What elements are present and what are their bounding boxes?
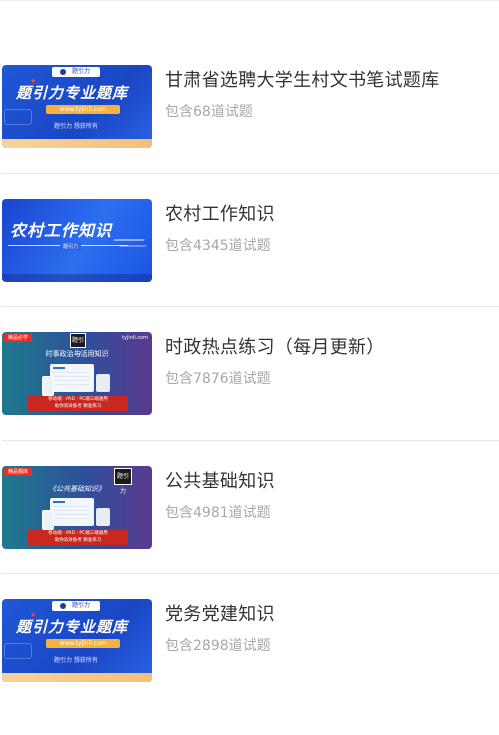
banner-line-1: 移动端 · PAD · PC端三端通用 [48, 530, 108, 536]
item-question-count: 包含4981道试题 [165, 504, 271, 521]
question-bank-list: 题引力 ★ 题引力专业题库 www.tyjlnli.com 题引力 想获所有 甘… [0, 40, 499, 708]
thumbnail-headline: 农村工作知识 [10, 220, 113, 240]
list-item[interactable]: 题引力 ★ 题引力专业题库 www.tyjlnli.com 题引力 想获所有 党… [0, 574, 499, 708]
logo-icon [60, 603, 66, 609]
phone-icon [42, 376, 54, 396]
thumbnail-headline: 时事政治与活用知识 [45, 350, 109, 358]
phone-icon [42, 509, 54, 530]
list-item[interactable]: 题引力 ★ 题引力专业题库 www.tyjlnli.com 题引力 想获所有 甘… [0, 40, 499, 174]
thumbnail-footer-strip [2, 139, 152, 148]
item-question-count: 包含7876道试题 [165, 371, 271, 387]
question-bank-thumbnail: 题引力 ★ 题引力专业题库 www.tyjlnli.com 题引力 想获所有 [2, 599, 152, 682]
top-divider [0, 0, 499, 1]
logo-icon [60, 69, 66, 75]
question-bank-thumbnail: 精品必学 题引力 tyjinli.com 时事政治与活用知识 移动端 · PAD… [2, 332, 152, 415]
item-question-count: 包含2898道试题 [165, 638, 271, 654]
decorative-frame [4, 109, 32, 125]
tablet-icon [96, 374, 110, 392]
item-title[interactable]: 时政热点练习（每月更新） [165, 333, 490, 359]
thumbnail-footer-strip [2, 273, 152, 282]
banner-line-1: 移动端 · PAD · PC端三端通用 [48, 397, 108, 402]
decorative-frame [4, 643, 32, 659]
logo-badge: 题引力 [52, 601, 100, 611]
thumbnail-url: www.tyjlnli.com [46, 105, 120, 114]
thumbnail-url: tyjinli.com [122, 335, 148, 341]
thumbnail-footer-strip [2, 673, 152, 682]
thumbnail-tag: 精品必学 [4, 334, 33, 342]
item-question-count: 包含68道试题 [165, 104, 253, 120]
logo-text: 题引力 [72, 68, 91, 75]
logo-badge: 题引力 [52, 67, 100, 77]
decorative-stripe [113, 238, 145, 241]
decorative-stripe [119, 244, 147, 247]
item-title[interactable]: 公共基础知识 [165, 467, 490, 493]
thumbnail-headline: 题引力专业题库 [16, 84, 129, 102]
item-title[interactable]: 党务党建知识 [165, 600, 490, 626]
thumbnail-banner: 移动端 · PAD · PC端三端通用 助你高效备考 精准练习 [28, 396, 128, 411]
tablet-icon [96, 507, 110, 526]
question-bank-thumbnail: 农村工作知识 题引力 [2, 198, 152, 282]
desktop-screen-icon [50, 497, 94, 526]
item-title[interactable]: 农村工作知识 [165, 200, 490, 226]
item-title[interactable]: 甘肃省选聘大学生村文书笔试题库 [165, 66, 490, 92]
thumbnail-headline: 题引力专业题库 [16, 618, 129, 636]
list-item[interactable]: 农村工作知识 题引力 农村工作知识 包含4345道试题 [0, 174, 499, 307]
desktop-screen-icon [50, 364, 94, 392]
thumbnail-headline: 《公共基础知识》 [49, 484, 105, 493]
thumbnail-url: www.tyjlnli.com [46, 639, 120, 648]
thumbnail-slogan: 题引力 想获所有 [54, 657, 98, 664]
item-question-count: 包含4345道试题 [165, 237, 271, 254]
logo-text: 题引力 [72, 602, 91, 609]
logo-icon: 题引力 [114, 467, 132, 495]
thumbnail-slogan: 题引力 想获所有 [54, 123, 98, 130]
banner-line-2: 助你高效备考 精准练习 [54, 537, 102, 543]
list-item[interactable]: 精品题库 题引力 《公共基础知识》 移动端 · PAD · PC端三端通用 助你… [0, 441, 499, 574]
list-item[interactable]: 精品必学 题引力 tyjinli.com 时事政治与活用知识 移动端 · PAD… [0, 307, 499, 441]
thumbnail-banner: 移动端 · PAD · PC端三端通用 助你高效备考 精准练习 [28, 529, 128, 545]
banner-line-2: 助你高效备考 精准练习 [54, 404, 102, 409]
logo-icon: 题引力 [70, 333, 86, 357]
thumbnail-subtitle: 题引力 [60, 242, 82, 250]
question-bank-thumbnail: 题引力 ★ 题引力专业题库 www.tyjlnli.com 题引力 想获所有 [2, 65, 152, 148]
thumbnail-tag: 精品题库 [4, 467, 33, 476]
question-bank-thumbnail: 精品题库 题引力 《公共基础知识》 移动端 · PAD · PC端三端通用 助你… [2, 465, 152, 549]
